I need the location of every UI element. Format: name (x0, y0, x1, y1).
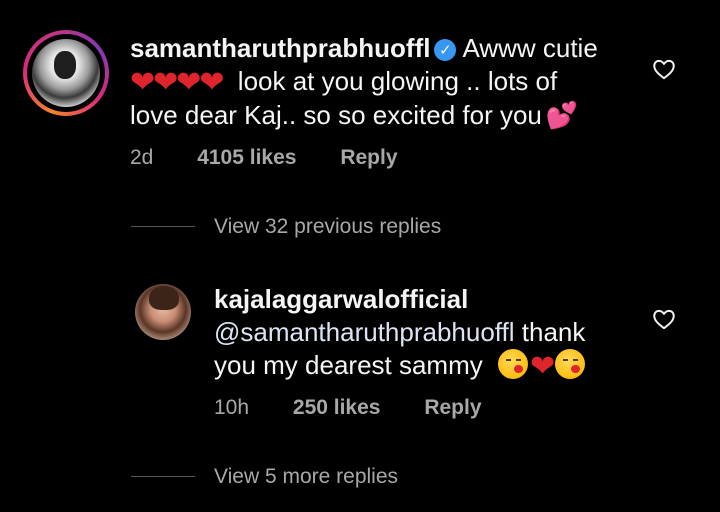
kissing-face-emoji (497, 349, 528, 379)
comment-text-line2: look at you glowing .. lots of (237, 66, 558, 96)
comment-text-line1: Awww cutie (462, 33, 598, 63)
comment-line-2: ❤❤❤❤ look at you glowing .. lots of (130, 64, 557, 98)
reply-meta: 10h 250 likes Reply (214, 394, 482, 422)
reply-reply-button[interactable]: Reply (424, 396, 481, 419)
avatar-image (32, 39, 100, 107)
comment-meta: 2d 4105 likes Reply (130, 144, 398, 172)
red-heart-emoji: ❤ (176, 65, 202, 100)
red-heart-emoji: ❤ (130, 65, 156, 100)
reply-mention-link[interactable]: @samantharuthprabhuoffl (214, 317, 515, 347)
comment-line-1: samantharuthprabhuoffl ✓ Awww cutie (130, 31, 598, 65)
reply-time: 10h (214, 396, 250, 419)
comment-likes[interactable]: 4105 likes (197, 146, 296, 169)
avatar-kajalaggarwalofficial[interactable] (135, 284, 191, 340)
comment-username[interactable]: samantharuthprabhuoffl (130, 33, 430, 63)
reply-line-1: kajalaggarwalofficial (214, 282, 468, 316)
comment-time: 2d (130, 146, 154, 169)
view-more-replies-link[interactable]: View 5 more replies (214, 463, 398, 491)
reply-text-line1: thank (514, 317, 586, 347)
reply-line-3: you my dearest sammy ❤ (214, 348, 587, 382)
reply-likes[interactable]: 250 likes (293, 396, 381, 419)
reply-text-line2: you my dearest sammy (214, 350, 483, 380)
reply-line-2: @samantharuthprabhuoffl thank (214, 315, 585, 349)
red-heart-emoji: ❤ (529, 349, 556, 384)
view-previous-replies-link[interactable]: View 32 previous replies (214, 213, 441, 241)
reply-username[interactable]: kajalaggarwalofficial (214, 284, 468, 314)
red-heart-emoji: ❤ (199, 65, 225, 100)
red-heart-emoji: ❤ (153, 65, 179, 100)
avatar-samantharuthprabhuoffl[interactable] (23, 30, 109, 116)
more-replies-divider (131, 476, 195, 477)
comment-line-3: love dear Kaj.. so so excited for you 💕 (130, 98, 578, 133)
verified-badge-icon: ✓ (434, 39, 457, 61)
comment-text-line3: love dear Kaj.. so so excited for you (130, 100, 542, 130)
comment-reply-button[interactable]: Reply (340, 146, 397, 169)
kissing-face-emoji (555, 349, 586, 379)
heart-outline-icon[interactable] (651, 306, 677, 332)
heart-outline-icon[interactable] (651, 56, 677, 82)
two-hearts-emoji: 💕 (545, 101, 579, 131)
replies-divider (131, 226, 195, 227)
